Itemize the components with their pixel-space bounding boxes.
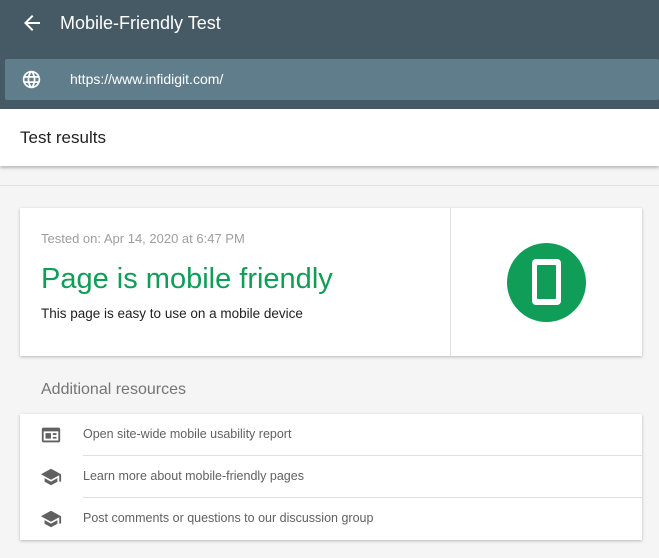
results-bar: Test results bbox=[0, 109, 659, 166]
app-header: Mobile-Friendly Test https://www.infidig… bbox=[0, 0, 659, 109]
resource-label: Open site-wide mobile usability report bbox=[83, 427, 292, 441]
verdict-heading: Page is mobile friendly bbox=[41, 263, 333, 295]
resource-item-discussion-group[interactable]: Post comments or questions to our discus… bbox=[20, 498, 642, 540]
resource-item-learn-more[interactable]: Learn more about mobile-friendly pages bbox=[20, 456, 642, 498]
mobile-friendly-badge bbox=[507, 243, 586, 322]
graduation-cap-icon bbox=[40, 510, 62, 528]
result-card: Tested on: Apr 14, 2020 at 6:47 PM Page … bbox=[20, 208, 642, 356]
graduation-cap-icon bbox=[40, 468, 62, 486]
tested-on-timestamp: Tested on: Apr 14, 2020 at 6:47 PM bbox=[41, 231, 245, 246]
mobile-phone-icon bbox=[532, 259, 561, 305]
back-button[interactable] bbox=[20, 11, 44, 35]
app-title: Mobile-Friendly Test bbox=[60, 13, 221, 33]
resources-list: Open site-wide mobile usability report L… bbox=[20, 414, 642, 540]
top-bar: Mobile-Friendly Test bbox=[0, 0, 659, 46]
resource-label: Learn more about mobile-friendly pages bbox=[83, 469, 304, 483]
verdict-subtext: This page is easy to use on a mobile dev… bbox=[41, 306, 303, 321]
resource-label: Post comments or questions to our discus… bbox=[83, 511, 374, 525]
divider bbox=[0, 185, 659, 186]
results-title: Test results bbox=[20, 128, 106, 147]
card-separator bbox=[450, 208, 451, 356]
globe-icon bbox=[22, 70, 41, 89]
report-window-icon bbox=[41, 427, 61, 443]
resource-item-usability-report[interactable]: Open site-wide mobile usability report bbox=[20, 414, 642, 456]
url-text: https://www.infidigit.com/ bbox=[70, 71, 224, 87]
resources-heading: Additional resources bbox=[41, 381, 186, 398]
arrow-left-icon bbox=[24, 15, 40, 31]
url-bar[interactable]: https://www.infidigit.com/ bbox=[5, 59, 659, 100]
